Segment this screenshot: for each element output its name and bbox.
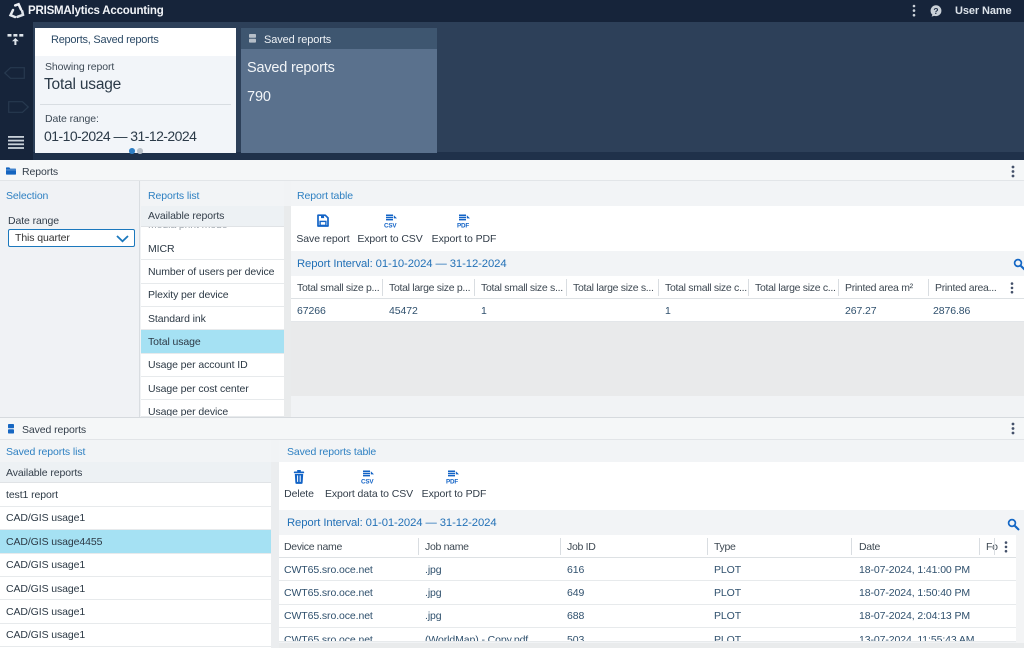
svg-text:?: ? bbox=[933, 6, 938, 16]
svg-text:PDF: PDF bbox=[457, 222, 469, 229]
svg-text:CSV: CSV bbox=[361, 478, 374, 485]
svg-text:PDF: PDF bbox=[446, 478, 458, 485]
svg-text:CSV: CSV bbox=[384, 222, 397, 229]
